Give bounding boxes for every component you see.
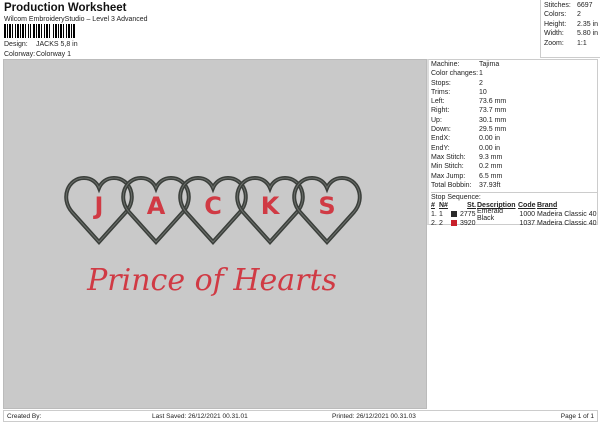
stitch-count: 2775 [460,211,476,219]
stop-num: 1. [431,211,437,219]
info-label: Machine: [431,61,460,68]
col-code: Code [518,202,536,210]
info-row: EndX: 0.00 in [431,135,597,144]
info-row: Stops: 2 [431,80,597,89]
needle-num: 1 [439,211,443,219]
info-label: Up: [431,116,442,124]
stat-label: Height: [544,20,567,28]
design-preview: J A C K S Prince of Hearts [3,59,427,409]
info-value: 1 [479,70,483,78]
info-row: Trims: 10 [431,89,597,98]
info-row: Down: 29.5 mm [431,126,597,135]
info-label: Total Bobbin: [431,181,472,189]
thread-code: 1037 [519,220,535,228]
info-row: Total Bobbin: 37.93ft [431,182,597,191]
info-value: 73.7 mm [479,107,507,115]
info-value: Tajima [479,61,500,68]
info-label: Min Stitch: [431,163,464,171]
info-value: 0.2 mm [479,163,503,171]
stat-label: Zoom: [544,39,564,47]
barcode-bar [73,24,75,38]
stat-label: Stitches: [544,2,571,9]
info-row: Machine: Tajima [431,61,597,70]
script-lettering: Prince of Hearts [86,263,337,298]
info-row: Left: 73.6 mm [431,98,597,107]
thread-brand: Madeira Classic 40 [537,211,597,219]
info-value: 0.00 in [479,135,501,143]
heart-letter: A [147,192,166,220]
thread-code: 1000 [519,211,535,219]
info-row: Max Jump: 6.5 mm [431,173,597,182]
info-label: Trims: [431,88,451,96]
info-row: EndY: 0.00 in [431,145,597,154]
heart-letter: K [261,192,281,220]
info-label: EndX: [431,135,451,143]
col-num: # [431,202,435,210]
info-label: Down: [431,126,451,134]
info-value: 30.1 mm [479,116,507,124]
last-saved: Last Saved: 26/12/2021 00.31.01 [152,412,248,420]
info-label: Max Jump: [431,172,466,180]
info-row: Max Stitch: 9.3 mm [431,154,597,163]
colorway-label: Colorway: [4,51,36,58]
heart-letter: C [204,192,222,220]
stats-box: Stitches: 6697 Colors: 2 Height: 2.35 in Wi… [540,0,600,58]
footer: Created By: Last Saved: 26/12/2021 00.31… [3,410,598,422]
stat-label: Colors: [544,11,567,19]
thread-description: Emerald Black [477,207,504,222]
info-value: 37.93ft [479,181,501,189]
info-value: 0.00 in [479,144,501,152]
info-row: Min Stitch: 0.2 mm [431,163,597,172]
color-swatch [451,219,457,226]
col-brand: Brand [537,202,558,210]
page-title: Production Worksheet [4,2,127,14]
barcode [4,24,91,38]
info-row: Right: 73.7 mm [431,107,597,116]
info-label: Right: [431,107,450,115]
info-value: 9.3 mm [479,153,503,161]
info-value: 29.5 mm [479,126,507,134]
stat-value: 6697 [577,2,593,9]
stop-num: 2. [431,220,437,228]
info-value: 73.6 mm [479,98,507,106]
embroidery-artwork: J A C K S Prince of Hearts [64,175,362,298]
info-label: Left: [431,98,445,106]
colorway-value: Colorway 1 [36,51,72,58]
software-subtitle: Wilcom EmbroideryStudio – Level 3 Advanc… [4,16,148,23]
info-label: EndY: [431,144,450,152]
col-n: N# [439,202,448,210]
heart-letter: J [93,192,104,220]
stop-row: 1. 1 2775 Emerald Black 1000 Madeira Classic … [431,207,597,222]
design-label: Design: [4,41,28,48]
stat-value: 5.80 in [577,30,599,38]
col-st: St. [467,202,476,210]
info-label: Stops: [431,79,451,87]
info-value: 2 [479,79,483,87]
stat-value: 2 [577,11,581,19]
needle-num: 2 [439,220,443,228]
stat-value: 2.35 in [577,20,599,28]
heart-letter: S [318,192,335,220]
printed: Printed: 26/12/2021 00.31.03 [332,412,416,420]
info-value: 10 [479,88,487,96]
thread-brand: Madeira Classic 40 [537,220,597,228]
info-row: Color changes: 1 [431,70,597,79]
stitch-count: 3920 [460,220,476,228]
design-value: JACKS 5,8 in [36,41,78,48]
page-number: Page 1 of 1 [560,412,594,420]
info-row: Up: 30.1 mm [431,117,597,126]
info-value: 6.5 mm [479,172,503,180]
color-swatch [451,210,457,217]
info-label: Color changes: [431,70,479,78]
info-label: Max Stitch: [431,153,466,161]
stat-label: Width: [544,30,564,38]
created-by: Created By: [7,412,42,420]
stat-value: 1:1 [577,39,587,47]
machine-info-panel: Machine: Tajima Color changes: 1 Stops: 2 Trim… [427,59,598,228]
stop-sequence-label: Stop Sequence: [431,192,597,201]
